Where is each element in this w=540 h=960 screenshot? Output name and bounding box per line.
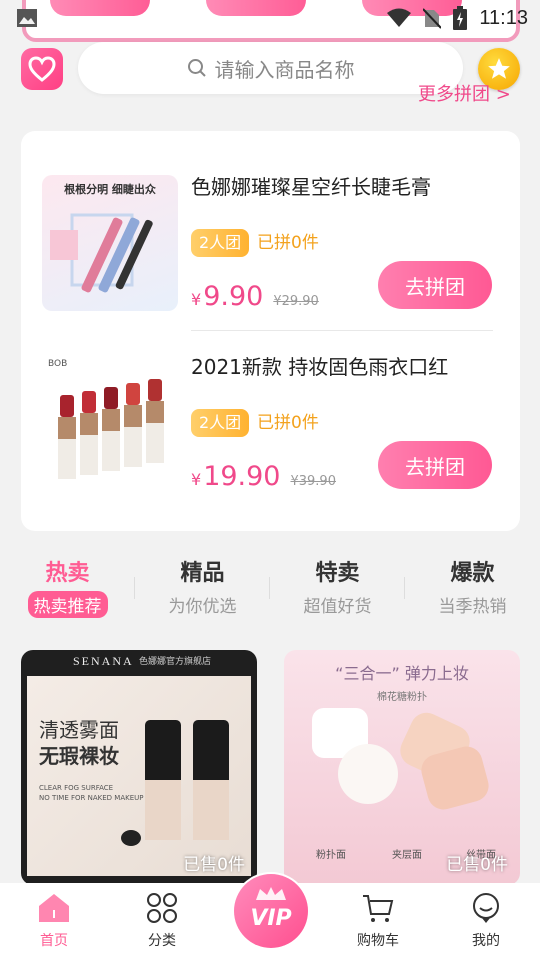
joined-count: 已拼0件 [257, 233, 319, 253]
currency-symbol: ¥ [191, 290, 202, 309]
tab-special-sale[interactable]: 特卖 超值好货 [270, 555, 405, 621]
product-thumbnail: 根根分明 细睫出众 [42, 175, 178, 311]
tab-subtitle: 热卖推荐 [27, 591, 108, 618]
group-size-badge: 2人团 [191, 409, 250, 437]
price: ¥ 19.90 ¥39.90 [191, 461, 336, 492]
group-buy-item[interactable]: 根根分明 细睫出众 色娜娜璀璨星空纤长睫毛膏 2人团 已拼0件 ¥ 9.90 ¥… [21, 161, 520, 331]
search-input[interactable]: 请输入商品名称 [215, 54, 355, 83]
star-icon [488, 58, 510, 79]
image-icon [17, 9, 37, 27]
group-size-badge: 2人团 [191, 229, 250, 257]
nav-label: 分类 [148, 933, 176, 949]
nav-label: 购物车 [357, 933, 399, 949]
tab-premium[interactable]: 精品 为你优选 [135, 555, 270, 621]
product-tile[interactable]: SENANA 色娜娜官方旗舰店 清透雾面 无瑕裸妆 CLEAR FOG SURF… [21, 650, 257, 885]
tab-title: 精品 [180, 561, 225, 586]
nav-home[interactable]: 首页 [0, 883, 108, 960]
joined-count: 已拼0件 [257, 413, 319, 433]
tab-subtitle: 为你优选 [168, 597, 237, 617]
profile-icon [473, 893, 499, 923]
tab-title: 热卖 [45, 561, 90, 586]
nav-label: 我的 [472, 933, 500, 949]
tab-title: 爆款 [450, 561, 495, 586]
product-tile[interactable]: “三合一” 弹力上妆 棉花糖粉扑 粉扑面 夹层面 丝带面 已售0件 [284, 650, 520, 885]
nav-profile[interactable]: 我的 [432, 883, 540, 960]
heart-logo-icon [28, 56, 56, 82]
lipstick-image [58, 379, 164, 479]
puff-label: 夹层面 [392, 850, 422, 861]
battery-icon [453, 6, 468, 30]
wifi-icon [387, 8, 412, 27]
vip-badge: VIP [234, 874, 308, 948]
join-group-button[interactable]: 去拼团 [378, 261, 492, 309]
vip-button[interactable]: VIP [232, 872, 310, 950]
price: ¥ 9.90 ¥29.90 [191, 281, 319, 312]
divider [191, 330, 493, 331]
original-price: ¥29.90 [273, 294, 319, 309]
tab-hot[interactable]: 热卖 热卖推荐 [0, 555, 135, 621]
status-bar: 11:13 [0, 0, 540, 36]
category-icon [147, 893, 177, 923]
nav-cart[interactable]: 购物车 [324, 883, 432, 960]
home-icon [39, 894, 69, 922]
clock: 11:13 [479, 6, 528, 29]
group-buy-item[interactable]: BOB 2021新款 持妆固色雨衣口红 2人团 已拼0件 ¥ 19.90 ¥39… [21, 341, 520, 511]
current-price: 19.90 [203, 461, 281, 492]
tab-title: 特卖 [315, 561, 360, 586]
sold-count: 已售0件 [446, 855, 508, 875]
group-buy-card: 根根分明 细睫出众 色娜娜璀璨星空纤长睫毛膏 2人团 已拼0件 ¥ 9.90 ¥… [21, 131, 520, 531]
search-icon [187, 59, 206, 77]
vip-label: VIP [250, 905, 292, 931]
mascara-image [50, 213, 153, 293]
cart-icon [363, 895, 394, 922]
currency-symbol: ¥ [191, 470, 202, 489]
app-logo[interactable] [21, 48, 63, 90]
sold-count: 已售0件 [183, 855, 245, 875]
search-bar[interactable]: 请输入商品名称 [78, 42, 463, 94]
current-price: 9.90 [203, 281, 264, 312]
tab-subtitle: 超值好货 [303, 597, 372, 617]
puff-label: 粉扑面 [316, 850, 346, 861]
more-group-buy-link[interactable]: 更多拼团 > [418, 80, 511, 106]
nav-category[interactable]: 分类 [108, 883, 216, 960]
no-sim-icon [423, 8, 442, 29]
nav-label: 首页 [40, 933, 68, 949]
product-thumbnail: BOB [42, 355, 178, 491]
crown-icon [256, 887, 286, 900]
product-name[interactable]: 色娜娜璀璨星空纤长睫毛膏 [191, 171, 431, 200]
join-group-button[interactable]: 去拼团 [378, 441, 492, 489]
tab-subtitle: 当季热销 [438, 597, 507, 617]
original-price: ¥39.90 [290, 474, 336, 489]
category-tabs: 热卖 热卖推荐 精品 为你优选 特卖 超值好货 爆款 当季热销 [0, 555, 540, 621]
product-name[interactable]: 2021新款 持妆固色雨衣口红 [191, 351, 448, 380]
tab-best-seller[interactable]: 爆款 当季热销 [405, 555, 540, 621]
